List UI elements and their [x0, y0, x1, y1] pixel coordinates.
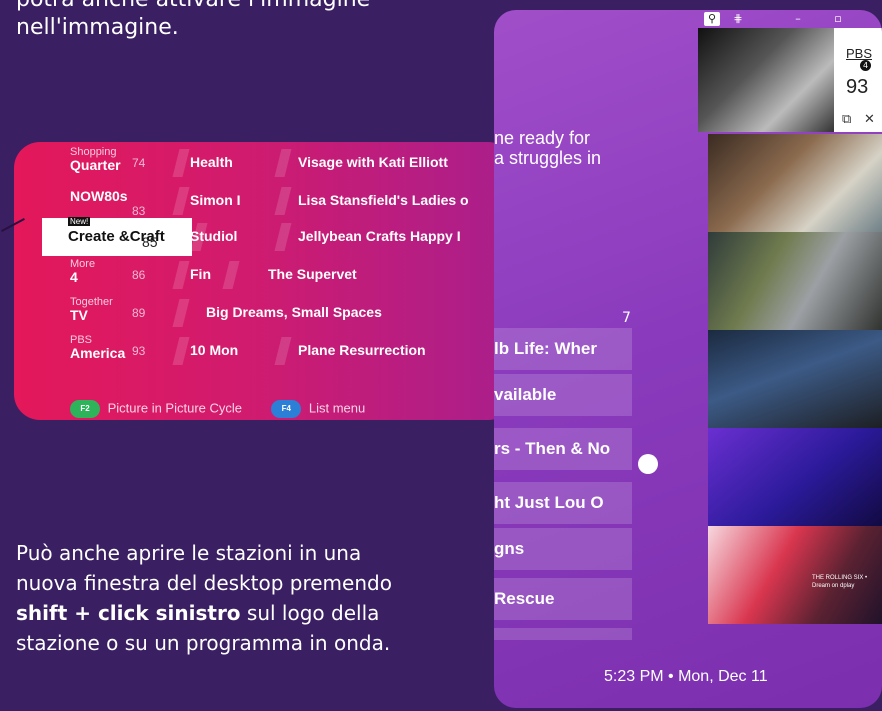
scroll-handle[interactable]	[638, 454, 658, 474]
guide-row[interactable]: NOW80s 83 Simon I Lisa Stansfield's Ladi…	[14, 182, 514, 220]
pin-icon[interactable]: ⚲	[704, 12, 720, 26]
program-cell[interactable]: Simon I	[190, 192, 268, 208]
close-icon[interactable]: ✕	[864, 112, 875, 127]
guide-row[interactable]: Shopping Quarter 74 Health Visage with K…	[14, 144, 514, 182]
program-cell[interactable]: The Supervet	[268, 266, 508, 282]
channel-logo-main: Quarter	[70, 157, 121, 173]
program-list-item[interactable]	[494, 628, 632, 640]
channel-logo[interactable]: NOW80s 83	[70, 184, 178, 218]
maximize-icon[interactable]: ▫	[830, 12, 846, 26]
channel-logo[interactable]: PBS America 93	[70, 334, 178, 368]
channel-logo: PBS	[846, 46, 873, 61]
channel-logo[interactable]: Shopping Quarter 74	[70, 146, 178, 180]
f2-key[interactable]: F2	[70, 400, 100, 418]
settings-icon[interactable]: ⋕	[730, 12, 746, 26]
channel-logo-main: America	[70, 345, 126, 361]
program-cell[interactable]: Jellybean Crafts Happy I	[298, 228, 514, 244]
program-cell[interactable]: Health	[190, 154, 268, 170]
channel-number: 86	[132, 268, 146, 282]
program-list-item[interactable]: gns	[494, 528, 632, 570]
video-frame[interactable]	[698, 28, 834, 132]
thumbnail[interactable]	[708, 232, 882, 330]
thumbnail[interactable]	[708, 330, 882, 428]
f4-label: List menu	[308, 400, 366, 416]
channel-logo[interactable]: More 4 86	[70, 258, 178, 292]
program-description: ne ready for a struggles in	[494, 128, 601, 168]
tv-guide-panel: Shopping Quarter 74 Health Visage with K…	[14, 142, 514, 420]
divider	[222, 261, 240, 289]
divider	[274, 223, 292, 251]
program-cell[interactable]: Plane Resurrection	[298, 342, 514, 358]
new-badge: New!	[68, 217, 91, 226]
program-list-item[interactable]: lb Life: Wher	[494, 328, 632, 370]
clock-display: 5:23 PM • Mon, Dec 11	[604, 668, 768, 685]
program-cell[interactable]: 10 Mon	[190, 342, 268, 358]
program-list-item[interactable]: vailable	[494, 374, 632, 416]
f4-key[interactable]: F4	[271, 400, 302, 418]
channel-logo-main: 4	[70, 269, 78, 285]
channel-logo[interactable]: Together TV 89	[70, 296, 178, 330]
channel-number: 83	[132, 204, 146, 218]
channel-number: 93	[846, 76, 869, 98]
divider	[274, 337, 292, 365]
guide-row-selected[interactable]: New! Create &Craft 85 Studiol Jellybean …	[14, 217, 514, 256]
channel-logo-number: 4	[860, 60, 871, 71]
window-titlebar: ⚲ ⋕ – ▫	[698, 10, 882, 28]
mini-player[interactable]: PBS 4 93 ⧉ ✕	[698, 28, 882, 132]
caption-top: potrà anche attivare l'immagine nell'imm…	[16, 0, 370, 40]
minimize-icon[interactable]: –	[790, 12, 806, 26]
guide-row[interactable]: More 4 86 Fin The Supervet	[14, 256, 514, 294]
channel-number: 93	[132, 344, 146, 358]
channel-number: 74	[132, 156, 146, 170]
program-cell[interactable]: Fin	[190, 266, 220, 282]
program-cell[interactable]: Studiol	[190, 228, 268, 244]
popout-icon[interactable]: ⧉	[842, 112, 851, 127]
f2-label: Picture in Picture Cycle	[107, 400, 243, 416]
channel-number: 89	[132, 306, 146, 320]
guide-row[interactable]: PBS America 93 10 Mon Plane Resurrection	[14, 332, 514, 370]
channel-logo-selected[interactable]: New! Create &Craft 85	[42, 217, 192, 256]
description-line: ne ready for	[494, 128, 591, 148]
channel-logo-main: TV	[70, 307, 88, 323]
guide-row[interactable]: Together TV 89 Big Dreams, Small Spaces	[14, 294, 514, 332]
program-list-item[interactable]: ht Just Lou O	[494, 482, 632, 524]
program-list-item[interactable]: Rescue	[494, 578, 632, 620]
thumbnail-text: THE ROLLING SIX • Dream on dplay	[812, 575, 868, 589]
caption-bold: shift + click sinistro	[16, 601, 241, 625]
program-cell[interactable]: Visage with Kati Elliott	[298, 154, 514, 170]
thumbnail[interactable]	[708, 134, 882, 234]
caption-bottom: Può anche aprire le stazioni in una nuov…	[16, 538, 396, 658]
thumbnail[interactable]	[708, 428, 882, 526]
app-window: ne ready for a struggles in 7 lb Life: W…	[494, 10, 882, 708]
divider	[274, 149, 292, 177]
program-list-item[interactable]: rs - Then & No	[494, 428, 632, 470]
guide-legend: F2 Picture in Picture Cycle F4 List menu	[70, 400, 365, 418]
description-line: a struggles in	[494, 148, 602, 168]
program-cell[interactable]: Lisa Stansfield's Ladies o	[298, 192, 514, 208]
channel-number: 85	[142, 234, 158, 250]
caption-text: Può anche aprire le stazioni in una nuov…	[16, 541, 392, 595]
divider	[274, 187, 292, 215]
counter-label: 7	[622, 310, 631, 326]
thumbnail[interactable]: THE ROLLING SIX • Dream on dplay	[708, 526, 882, 624]
program-cell[interactable]: Big Dreams, Small Spaces	[206, 304, 506, 320]
channel-logo-main: NOW80s	[70, 188, 128, 204]
